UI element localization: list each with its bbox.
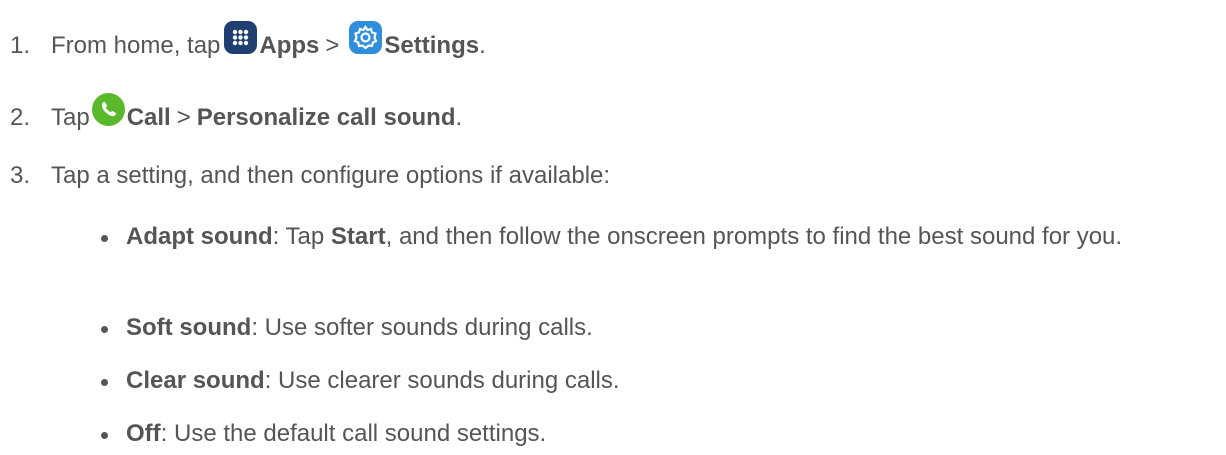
step-end: . [455,104,463,131]
step-text: From home, tap [51,32,221,59]
option-text: : Use softer sounds during calls. [251,314,593,341]
phone-icon [91,93,125,126]
option-text: : Use the default call sound settings. [160,420,547,447]
option-text: : Tap [272,223,331,250]
settings-icon [349,21,383,54]
step-text: Tap a setting, and then configure option… [51,162,611,189]
bullet-dot [101,235,108,242]
bullet-dot [101,379,108,386]
bullet-dot [101,432,108,439]
step-number: 3. [10,162,31,189]
list-item-text: Soft sound: Use softer sounds during cal… [126,313,1210,343]
step-3: 3. Tap a setting, and then configure opt… [10,162,610,190]
option-term: Clear sound [126,367,265,394]
list-item-text: Clear sound: Use clearer sounds during c… [126,366,1210,396]
list-item-text: Adapt sound: Tap Start, and then follow … [126,222,1210,252]
step-end: . [479,32,486,59]
start-label: Start [330,223,386,250]
option-term: Adapt sound [126,223,273,250]
bullet-dot [101,326,108,333]
list-item-text: Off: Use the default call sound settings… [126,419,1210,449]
step-2: 2. Tap Call > Personalize call sound . [10,93,463,132]
apps-icon [224,21,258,54]
option-text: : Use clearer sounds during calls. [264,367,620,394]
apps-label: Apps [259,32,320,59]
settings-label: Settings [384,32,480,59]
step-number: 2. [10,104,31,131]
list-item-soft-sound: Soft sound: Use softer sounds during cal… [100,313,1210,343]
separator: > [325,32,340,59]
list-item-off: Off: Use the default call sound settings… [100,419,1210,449]
option-text: , and then follow the onscreen prompts t… [385,223,1123,250]
list-item-adapt-sound: Adapt sound: Tap Start, and then follow … [100,222,1210,252]
separator: > [176,104,191,131]
step-text: Tap [51,104,90,131]
option-term: Soft sound [126,314,252,341]
step-number: 1. [10,32,31,59]
personalize-call-sound-label: Personalize call sound [196,104,456,131]
step-1: 1. From home, tap Apps > Settings . [10,21,486,60]
call-label: Call [126,104,171,131]
list-item-clear-sound: Clear sound: Use clearer sounds during c… [100,366,1210,396]
option-term: Off [126,420,161,447]
